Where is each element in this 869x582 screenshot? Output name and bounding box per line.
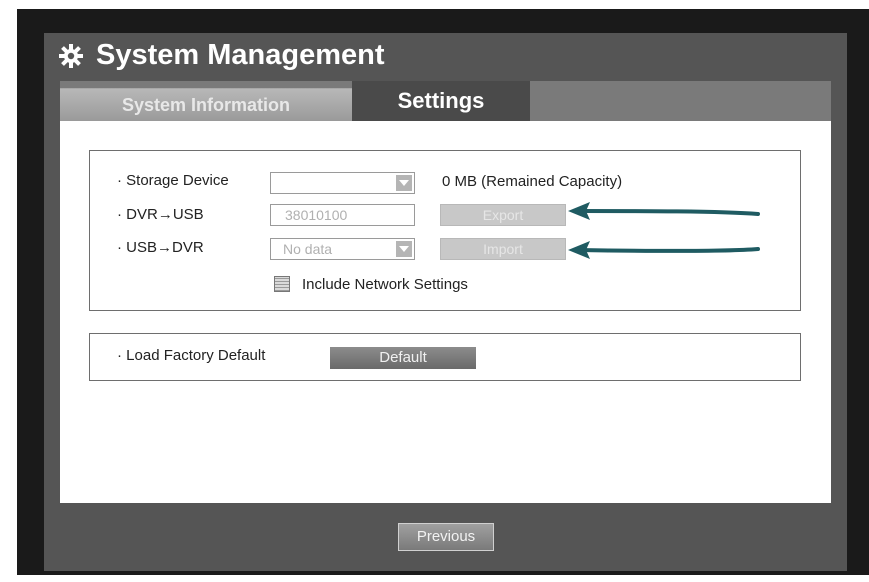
export-arrow-icon	[568, 202, 760, 220]
annotation-arrows	[568, 202, 760, 259]
import-arrow-icon	[568, 241, 760, 259]
